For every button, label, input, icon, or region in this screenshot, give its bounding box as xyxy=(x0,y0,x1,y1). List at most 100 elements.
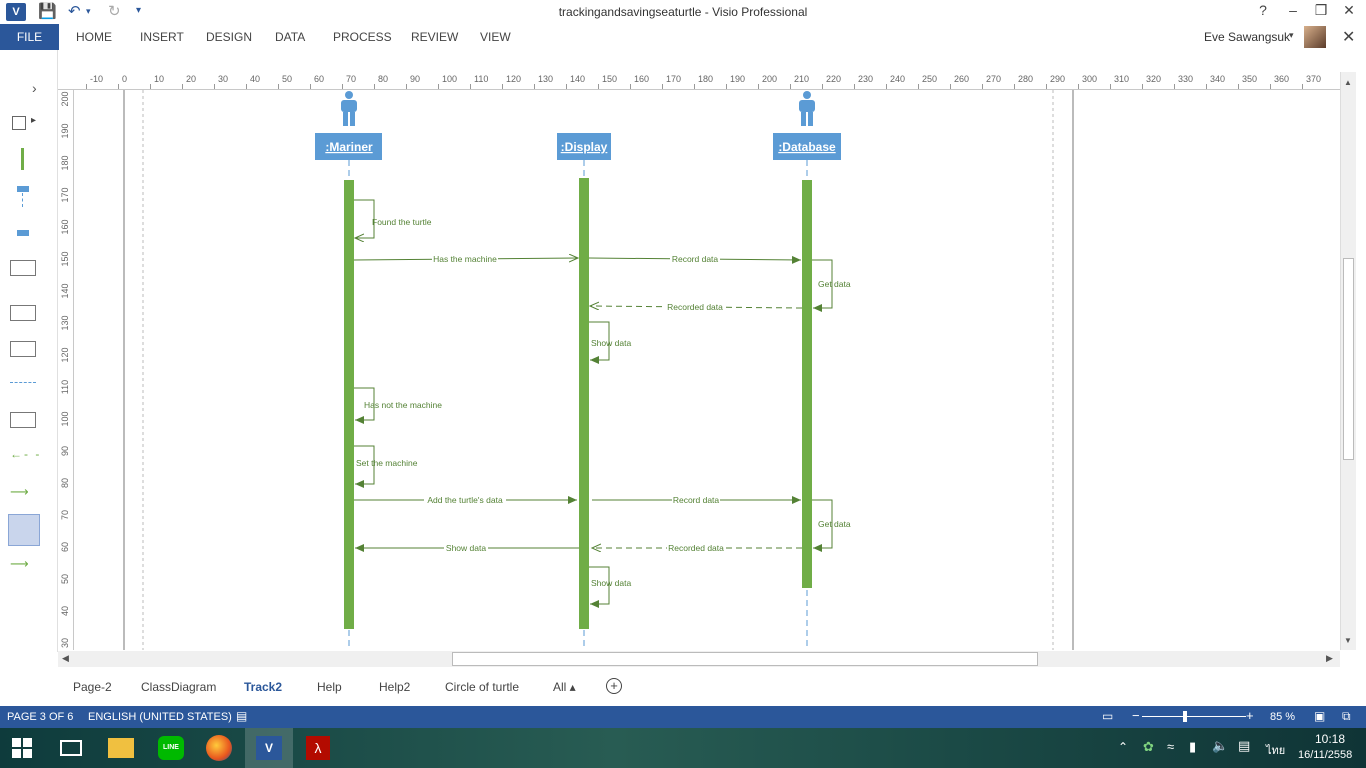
scroll-down-icon[interactable]: ▼ xyxy=(1344,636,1352,645)
minimize-button[interactable]: – xyxy=(1281,2,1305,18)
horizontal-scroll-thumb[interactable] xyxy=(452,652,1038,666)
page-tab-page-2[interactable]: Page-2 xyxy=(73,680,112,694)
tab-insert[interactable]: INSERT xyxy=(140,30,184,44)
close-button[interactable]: ✕ xyxy=(1337,2,1361,19)
self-message-found-turtle[interactable] xyxy=(354,199,375,238)
page-tab-all[interactable]: All ▴ xyxy=(553,680,576,694)
redo-icon[interactable]: ↻ xyxy=(108,2,121,20)
h-ruler-tick: 130 xyxy=(538,74,554,84)
separator-shape-icon[interactable] xyxy=(10,382,36,383)
tab-home[interactable]: HOME xyxy=(76,30,112,44)
zoom-in-icon[interactable]: + xyxy=(1246,708,1254,723)
fit-page-icon[interactable]: ▣ xyxy=(1314,709,1325,723)
tab-view[interactable]: VIEW xyxy=(480,30,511,44)
h-ruler-tick: 100 xyxy=(442,74,458,84)
save-icon[interactable]: 💾 xyxy=(38,2,57,20)
database-activation[interactable] xyxy=(802,180,812,588)
visio-app-icon[interactable]: V xyxy=(6,3,26,21)
object-lifeline-icon[interactable] xyxy=(17,230,29,236)
clock-date[interactable]: 16/11/2558 xyxy=(1298,749,1352,761)
h-ruler-tick: 110 xyxy=(474,74,489,84)
avatar[interactable] xyxy=(1304,26,1326,48)
shapes-icon[interactable] xyxy=(12,116,26,130)
tab-process[interactable]: PROCESS xyxy=(333,30,392,44)
lifeline-shape-icon[interactable] xyxy=(17,186,29,192)
windows-start-icon[interactable] xyxy=(12,738,32,758)
zoom-slider[interactable] xyxy=(1142,716,1246,717)
h-ruler-tick: 90 xyxy=(410,74,421,84)
file-explorer-icon[interactable] xyxy=(108,738,134,758)
v-ruler-tick: 160 xyxy=(60,219,70,235)
page-tab-help[interactable]: Help xyxy=(317,680,342,694)
user-name[interactable]: Eve Sawangsuk xyxy=(1204,30,1290,44)
visio-taskbar-icon[interactable]: V xyxy=(256,736,282,760)
h-ruler-tick: 10 xyxy=(154,74,165,84)
self-message-icon[interactable] xyxy=(8,514,40,546)
scroll-up-icon[interactable]: ▲ xyxy=(1344,78,1352,87)
message-arrow-icon[interactable]: ⟶ xyxy=(10,484,29,500)
tab-review[interactable]: REVIEW xyxy=(411,30,458,44)
clock-time[interactable]: 10:18 xyxy=(1315,732,1345,746)
restore-button[interactable]: ❒ xyxy=(1309,2,1333,19)
page-tab-help2[interactable]: Help2 xyxy=(379,680,410,694)
alt-fragment-icon[interactable] xyxy=(10,341,36,357)
h-ruler-tick-mark xyxy=(406,84,407,89)
undo-icon[interactable]: ↶ xyxy=(68,2,81,20)
undo-dropdown-icon[interactable]: ▾ xyxy=(86,6,91,17)
acrobat-icon[interactable]: λ xyxy=(306,736,330,760)
close-ribbon-icon[interactable]: ✕ xyxy=(1342,27,1355,47)
page-indicator[interactable]: PAGE 3 OF 6 xyxy=(7,711,73,723)
expand-panel-icon[interactable]: › xyxy=(32,80,37,96)
zoom-level[interactable]: 85 % xyxy=(1270,711,1295,723)
user-dropdown-icon[interactable]: ▾ xyxy=(1289,30,1294,41)
fragment-shape-icon[interactable] xyxy=(10,305,36,321)
presentation-mode-icon[interactable]: ▭ xyxy=(1102,709,1113,723)
scroll-right-icon[interactable]: ▶ xyxy=(1326,653,1333,664)
tray-app-icon[interactable]: ✿ xyxy=(1143,739,1154,755)
optional-fragment-icon[interactable] xyxy=(10,412,36,428)
zoom-out-icon[interactable]: − xyxy=(1132,708,1140,723)
customize-qat-icon[interactable]: ▾ xyxy=(136,5,141,16)
h-ruler-tick-mark xyxy=(118,84,119,89)
scroll-left-icon[interactable]: ◀ xyxy=(62,653,69,664)
tab-design[interactable]: DESIGN xyxy=(206,30,252,44)
tab-data[interactable]: DATA xyxy=(275,30,305,44)
shapes-menu-icon[interactable]: ▸ xyxy=(31,115,36,126)
macro-record-icon[interactable]: ▤ xyxy=(236,709,247,723)
show-hidden-icons-icon[interactable]: ⌃ xyxy=(1118,740,1128,754)
zoom-slider-thumb[interactable] xyxy=(1183,711,1187,722)
v-ruler-tick: 90 xyxy=(60,446,70,457)
input-language[interactable]: ไทย xyxy=(1266,741,1285,759)
page-tab-circle-of-turtle[interactable]: Circle of turtle xyxy=(445,680,519,694)
language-indicator[interactable]: ENGLISH (UNITED STATES) xyxy=(88,711,232,723)
h-ruler-tick: 210 xyxy=(794,74,810,84)
drawing-canvas[interactable]: :Mariner :Display :Database Found the tu… xyxy=(74,90,1340,650)
firefox-icon[interactable] xyxy=(206,735,232,761)
vertical-scrollbar[interactable]: ▲ ▼ xyxy=(1340,72,1356,650)
async-message-icon[interactable]: ⟶ xyxy=(10,556,29,572)
action-center-icon[interactable]: ▤ xyxy=(1238,738,1250,754)
vertical-scroll-thumb[interactable] xyxy=(1343,258,1354,460)
page-tab-track2[interactable]: Track2 xyxy=(244,680,282,694)
page-tab-classdiagram[interactable]: ClassDiagram xyxy=(141,680,216,694)
battery-icon[interactable]: ▮ xyxy=(1189,739,1196,755)
return-message-icon[interactable]: ←- - xyxy=(10,447,41,461)
activation-shape-icon[interactable] xyxy=(21,148,24,170)
h-ruler-tick-mark xyxy=(374,84,375,89)
lifeline-dash-icon xyxy=(22,193,23,207)
volume-icon[interactable]: 🔈 xyxy=(1212,738,1228,754)
tab-file[interactable]: FILE xyxy=(0,24,59,50)
help-button[interactable]: ? xyxy=(1251,2,1275,18)
switch-windows-icon[interactable]: ⧉ xyxy=(1342,709,1351,724)
frame-shape-icon[interactable] xyxy=(10,260,36,276)
mariner-activation[interactable] xyxy=(344,180,354,629)
task-view-icon[interactable] xyxy=(60,740,82,756)
sequence-diagram[interactable]: :Mariner :Display :Database Found the tu… xyxy=(74,90,1340,650)
add-page-button[interactable]: + xyxy=(606,678,622,694)
line-app-icon[interactable]: LINE xyxy=(158,736,184,760)
horizontal-scrollbar[interactable]: ◀ ▶ xyxy=(58,651,1340,667)
database-actor-icon[interactable] xyxy=(799,91,815,126)
mariner-actor-icon[interactable] xyxy=(341,91,357,126)
display-activation[interactable] xyxy=(579,178,589,629)
wifi-icon[interactable]: ≈ xyxy=(1167,739,1174,754)
